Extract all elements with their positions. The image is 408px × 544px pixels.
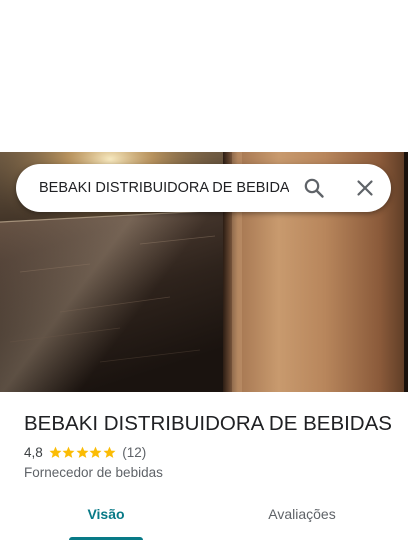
search-input[interactable]: BEBAKI DISTRIBUIDORA DE BEBIDAS <box>39 178 289 198</box>
star-icon <box>49 446 62 458</box>
star-rating <box>49 446 117 459</box>
close-icon <box>357 180 373 196</box>
star-icon <box>103 446 116 458</box>
star-icon <box>76 446 89 458</box>
review-count[interactable]: (12) <box>122 445 146 460</box>
search-icon <box>304 178 324 198</box>
place-tabs: Visão geral Avaliações <box>0 496 408 544</box>
search-box[interactable]: BEBAKI DISTRIBUIDORA DE BEBIDAS <box>16 164 391 212</box>
rating-value: 4,8 <box>24 444 43 460</box>
place-title: BEBAKI DISTRIBUIDORA DE BEBIDAS <box>24 412 392 435</box>
tab-overview[interactable]: Visão geral <box>69 496 143 544</box>
maps-place-panel: BEBAKI DISTRIBUIDORA DE BEBIDAS BEBAKI D… <box>0 0 408 544</box>
rating-row[interactable]: 4,8 (12) <box>24 443 146 461</box>
search-button[interactable] <box>302 176 326 200</box>
tab-reviews[interactable]: Avaliações <box>262 496 342 536</box>
star-icon <box>62 446 75 458</box>
star-icon <box>89 446 102 458</box>
place-category[interactable]: Fornecedor de bebidas <box>24 464 163 482</box>
close-button[interactable] <box>353 176 377 200</box>
